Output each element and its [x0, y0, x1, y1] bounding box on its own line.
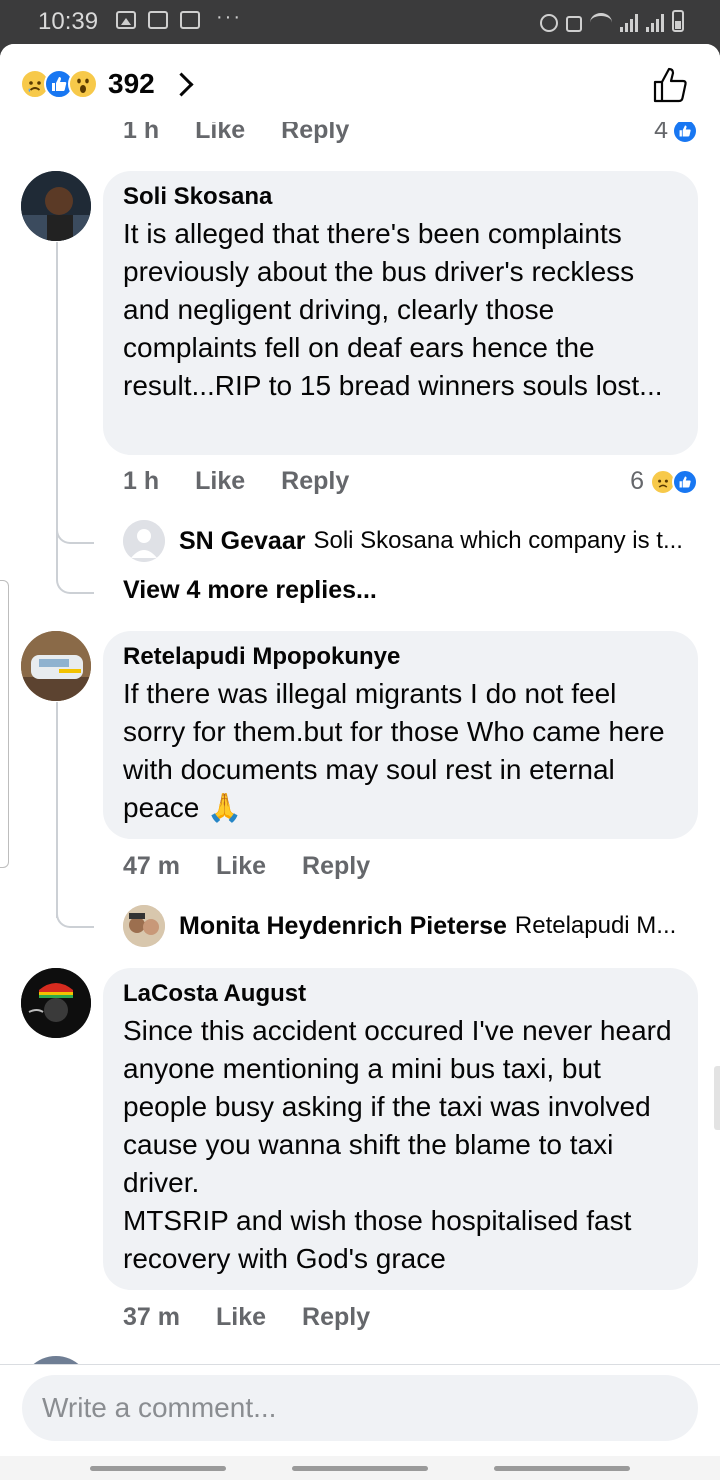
reaction-summary[interactable]: 392 — [20, 68, 194, 100]
chevron-right-icon — [169, 71, 194, 97]
comment-author[interactable]: Retelapudi Mpopokunye — [123, 643, 678, 671]
comment-bubble[interactable]: Retelapudi Mpopokunye If there was illeg… — [103, 631, 698, 839]
comment-bubble[interactable]: Soli Skosana It is alleged that there's … — [103, 171, 698, 455]
comment-actions: 47 m Like Reply — [123, 852, 406, 881]
comment-actions: 1 h Like Reply — [123, 467, 385, 496]
avatar[interactable] — [21, 631, 91, 701]
download-notification-icon — [148, 11, 168, 29]
more-notifications-icon: ··· — [216, 5, 242, 28]
comment-feed: 1 h Like Reply 4 Soli Skosana It is alle… — [0, 44, 720, 1426]
alarm-icon — [540, 14, 558, 32]
status-time: 10:39 — [38, 8, 99, 35]
system-icons — [540, 10, 684, 32]
wifi-icon — [590, 13, 612, 32]
comment-text: If there was illegal migrants I do not f… — [123, 678, 665, 823]
reply-connector-2 — [56, 566, 94, 594]
reply-connector — [56, 900, 94, 928]
download-notification-icon-2 — [180, 11, 200, 29]
comment-actions: 37 m Like Reply — [123, 1303, 406, 1332]
signal-icon-1 — [620, 12, 638, 32]
reactions-header: 392 — [0, 44, 720, 122]
thread-line — [56, 702, 58, 918]
reaction-count: 392 — [108, 68, 155, 99]
comment-bubble[interactable]: LaCosta August Since this accident occur… — [103, 968, 698, 1290]
reply-preview[interactable]: Monita Heydenrich Pieterse Retelapudi M.… — [123, 905, 676, 947]
comment-input[interactable] — [22, 1375, 698, 1441]
reply-button[interactable]: Reply — [281, 467, 349, 496]
avatar[interactable] — [21, 968, 91, 1038]
notification-icons: ··· — [116, 6, 242, 29]
like-button[interactable]: Like — [216, 852, 266, 881]
gallery-notification-icon — [116, 11, 136, 29]
avatar — [123, 905, 165, 947]
comment-author[interactable]: LaCosta August — [123, 980, 678, 1008]
comment-author[interactable]: Soli Skosana — [123, 183, 678, 211]
comment-reaction-count[interactable]: 6 — [630, 467, 698, 496]
reply-preview[interactable]: SN Gevaar Soli Skosana which company is … — [123, 520, 683, 562]
like-button[interactable]: Like — [216, 1303, 266, 1332]
comment-text: Since this accident occured I've never h… — [123, 1015, 672, 1274]
nav-recents-handle[interactable] — [90, 1466, 226, 1471]
like-mini-icon — [672, 468, 698, 495]
comment-time: 37 m — [123, 1303, 180, 1331]
like-button[interactable]: Like — [195, 467, 245, 496]
reply-text: Soli Skosana which company is t... — [313, 527, 683, 554]
nav-home-handle[interactable] — [292, 1466, 428, 1471]
reaction-number: 6 — [630, 467, 644, 495]
like-outline-icon[interactable] — [652, 66, 690, 109]
system-nav-bar — [0, 1456, 720, 1480]
comment-text: It is alleged that there's been complain… — [123, 218, 663, 401]
battery-icon — [672, 10, 684, 32]
avatar[interactable] — [21, 171, 91, 241]
view-more-replies[interactable]: View 4 more replies... — [123, 576, 377, 605]
nav-back-handle[interactable] — [494, 1466, 630, 1471]
edge-panel-handle[interactable] — [0, 580, 9, 868]
reply-author[interactable]: Monita Heydenrich Pieterse — [179, 912, 507, 941]
wow-reaction-icon — [68, 69, 98, 99]
comments-sheet: 392 1 h Like Reply 4 Soli Skosana It is … — [0, 44, 720, 1480]
reply-connector — [56, 514, 94, 544]
status-bar: 10:39 ··· — [0, 0, 720, 44]
reply-button[interactable]: Reply — [302, 1303, 370, 1332]
mute-icon — [566, 16, 582, 32]
scrollbar[interactable] — [714, 1066, 720, 1130]
reply-text: Retelapudi M... — [514, 912, 677, 939]
comment-time: 47 m — [123, 852, 180, 880]
default-avatar-icon — [123, 520, 165, 562]
comment-time: 1 h — [123, 467, 160, 495]
signal-icon-2 — [646, 12, 664, 32]
reply-author[interactable]: SN Gevaar — [179, 527, 305, 556]
reply-button[interactable]: Reply — [302, 852, 370, 881]
